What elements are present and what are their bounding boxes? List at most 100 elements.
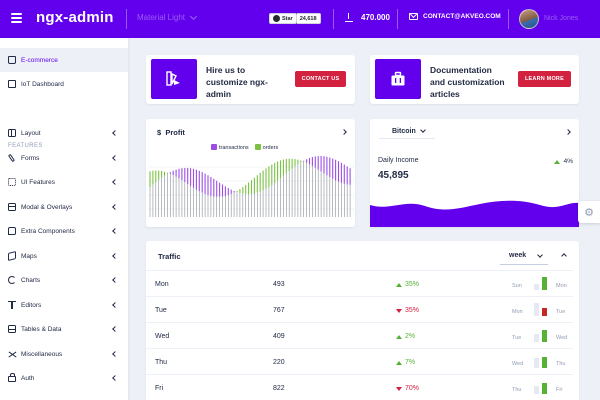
github-star-button[interactable]: Star 24,618: [269, 13, 321, 24]
home-icon: [8, 80, 16, 88]
prev-day-bar: [534, 303, 539, 316]
arrow-down-icon: [396, 308, 402, 313]
arrow-up-icon: [396, 360, 402, 365]
prev-day-bar: [534, 284, 539, 290]
traffic-delta-value: 7%: [405, 359, 416, 366]
sidebar-item-extra-components[interactable]: Extra Components: [0, 219, 128, 243]
github-star[interactable]: Star: [269, 13, 297, 24]
legend-label: orders: [262, 145, 279, 151]
promo-text-line: customize ngx-: [206, 77, 268, 87]
user-avatar[interactable]: [519, 9, 539, 29]
income-chart: [370, 200, 579, 227]
traffic-day: Fri: [155, 385, 164, 392]
promo-text-line: Documentation: [430, 65, 492, 75]
income-delta-value: 4%: [563, 158, 573, 165]
sidebar-item-maps[interactable]: Maps: [0, 244, 128, 268]
table-row[interactable]: Mon 493 35% Sun Mon: [146, 271, 573, 297]
period-select-value: week: [509, 252, 527, 259]
theme-select-value: Material Light: [137, 13, 186, 22]
github-star-count[interactable]: 24,618: [296, 13, 321, 24]
sidebar-item-miscellaneous[interactable]: Miscellaneous: [0, 342, 128, 366]
prev-day-label: Thu: [512, 387, 522, 393]
table-row[interactable]: Thu 220 7% Wed Thu: [146, 349, 573, 375]
learn-more-button[interactable]: LEARN MORE: [518, 71, 571, 87]
contact-email-link[interactable]: CONTACT@AKVEO.COM: [409, 13, 501, 20]
chevron-left-icon: [112, 155, 118, 161]
table-row[interactable]: Tue 767 35% Mon Tue: [146, 297, 573, 323]
message-circle-icon: [8, 227, 16, 235]
settings-gear-icon[interactable]: ⚙: [578, 201, 600, 223]
arrow-up-icon: [396, 334, 402, 339]
sidebar-item-e-commerce[interactable]: E-commerce: [0, 48, 128, 72]
grid-icon: [8, 325, 16, 333]
profit-legend: transactions orders: [211, 144, 278, 151]
sidebar-item-label: IoT Dashboard: [21, 80, 64, 88]
table-row[interactable]: Fri 822 70% Thu Fri: [146, 375, 573, 400]
table-row[interactable]: Wed 409 2% Tue Wed: [146, 323, 573, 349]
header-divider: [397, 9, 398, 29]
traffic-delta-value: 35%: [405, 307, 420, 314]
profit-title-text: Profit: [165, 128, 185, 137]
chevron-left-icon: [112, 277, 118, 283]
prev-day-label: Wed: [512, 361, 524, 367]
user-name[interactable]: Nick Jones: [544, 15, 578, 22]
menu-toggle-icon[interactable]: [11, 13, 22, 23]
period-select[interactable]: week: [500, 249, 548, 265]
brand-logo[interactable]: ngx-admin: [36, 9, 114, 26]
sidebar-item-label: Tables & Data: [21, 325, 62, 333]
currency-select[interactable]: Bitcoin: [379, 124, 435, 139]
top-header: ngx-admin Material Light Star 24,618 470…: [0, 0, 600, 38]
traffic-delta: 2%: [396, 333, 415, 340]
income-label: Daily Income: [378, 157, 419, 164]
email-icon: [409, 13, 418, 20]
map-icon: [8, 250, 16, 262]
pie-chart-icon: [8, 276, 16, 284]
curr-day-bar: [542, 383, 547, 394]
sidebar-item-forms[interactable]: Forms: [0, 146, 128, 170]
downloads-count: 470.000: [361, 13, 390, 22]
traffic-value: 220: [273, 359, 285, 366]
sidebar-item-label: UI Features: [21, 178, 55, 186]
traffic-value: 493: [273, 281, 285, 288]
theme-select[interactable]: Material Light: [137, 12, 198, 22]
profit-title: $ Profit: [157, 128, 185, 137]
shopping-cart-icon: [8, 56, 16, 64]
sidebar-item-ui-features[interactable]: UI Features: [0, 170, 128, 194]
traffic-delta: 70%: [396, 385, 419, 392]
chevron-left-icon: [112, 179, 118, 185]
sidebar-item-label: Forms: [21, 154, 40, 162]
chevron-up-icon[interactable]: [561, 253, 567, 259]
promo-text: Documentation and customization articles: [430, 64, 505, 100]
downloads-link[interactable]: 470.000: [345, 13, 390, 22]
traffic-value: 767: [273, 307, 285, 314]
sidebar-item-iot-dashboard[interactable]: IoT Dashboard: [0, 72, 128, 96]
contact-us-button[interactable]: CONTACT US: [295, 71, 346, 87]
chevron-right-icon[interactable]: [565, 129, 571, 135]
promo-text-line: admin: [206, 89, 232, 99]
currency-symbol: $: [157, 128, 162, 137]
sidebar-item-auth[interactable]: Auth: [0, 366, 128, 390]
traffic-card: Traffic week Mon 493 35% Sun Mon Tue 767…: [146, 241, 579, 400]
sidebar-item-tables-data[interactable]: Tables & Data: [0, 317, 128, 341]
curr-day-label: Thu: [556, 361, 566, 367]
promo-text-line: and customization: [430, 77, 505, 87]
arrow-down-icon: [396, 386, 402, 391]
chevron-left-icon: [112, 375, 118, 381]
chevron-left-icon: [112, 326, 118, 332]
sidebar-item-charts[interactable]: Charts: [0, 268, 128, 292]
sidebar-item-editors[interactable]: Editors: [0, 293, 128, 317]
sidebar-item-layout[interactable]: Layout: [0, 121, 128, 145]
header-divider: [333, 9, 334, 29]
profit-chart: [149, 156, 354, 217]
sidebar-item-modal-overlays[interactable]: Modal & Overlays: [0, 195, 128, 219]
briefcase-icon: [375, 59, 421, 99]
traffic-header: Traffic week: [146, 241, 573, 271]
chevron-right-icon[interactable]: [341, 129, 347, 135]
chevron-left-icon: [112, 204, 118, 210]
curr-day-bar: [542, 308, 547, 316]
edit-icon: [7, 153, 16, 163]
prev-day-bar: [534, 334, 539, 342]
chevron-down-icon: [537, 252, 543, 258]
browser-icon: [8, 203, 16, 211]
download-icon: [345, 13, 353, 22]
